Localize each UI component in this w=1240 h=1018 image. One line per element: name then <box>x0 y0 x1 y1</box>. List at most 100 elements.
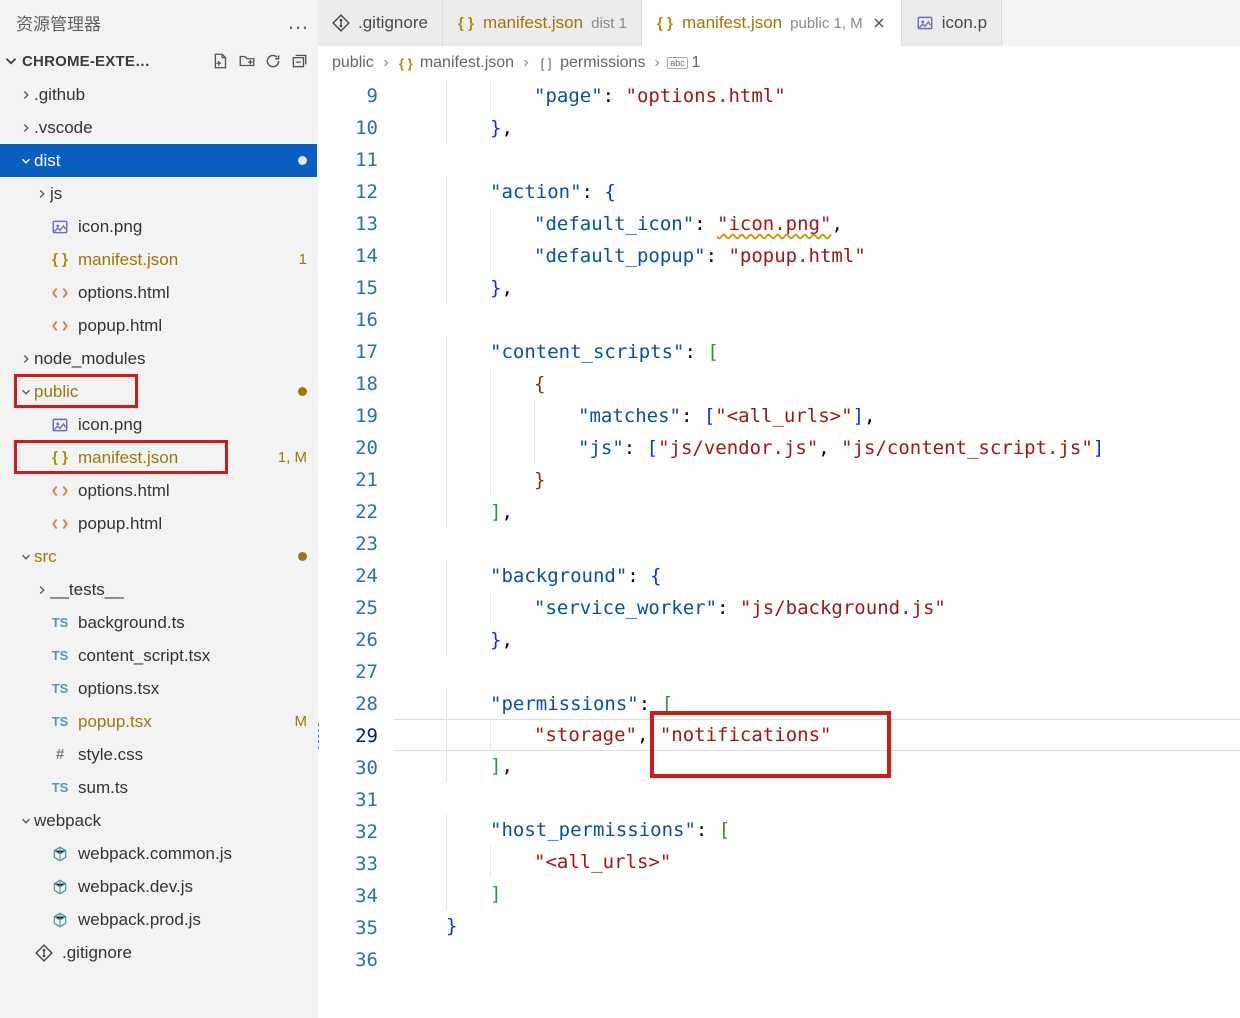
image-icon <box>50 415 70 435</box>
code-line-13[interactable]: "default_icon": "icon.png", <box>394 208 1240 240</box>
tab-t_manifest_dist[interactable]: { }manifest.jsondist 1 <box>443 0 642 46</box>
code-line-28[interactable]: "permissions": [ <box>394 688 1240 720</box>
code-line-32[interactable]: "host_permissions": [ <box>394 814 1240 846</box>
line-number: 14 <box>318 240 378 272</box>
code-line-12[interactable]: "action": { <box>394 176 1240 208</box>
code-line-19[interactable]: "matches": ["<all_urls>"], <box>394 400 1240 432</box>
file-public_popup[interactable]: •popup.html <box>0 507 317 540</box>
file-gitignore[interactable]: •.gitignore <box>0 936 317 969</box>
tab-t_iconp[interactable]: icon.p <box>902 0 1002 46</box>
code-line-22[interactable]: ], <box>394 496 1240 528</box>
tree-item-label: webpack.prod.js <box>78 910 307 930</box>
folder-github[interactable]: .github <box>0 78 317 111</box>
folder-vscode[interactable]: .vscode <box>0 111 317 144</box>
file-wp_dev[interactable]: •webpack.dev.js <box>0 870 317 903</box>
file-src_opt[interactable]: •TSoptions.tsx <box>0 672 317 705</box>
code-line-36[interactable] <box>394 942 1240 974</box>
file-src_bg[interactable]: •TSbackground.ts <box>0 606 317 639</box>
file-src_cs[interactable]: •TScontent_script.tsx <box>0 639 317 672</box>
line-number: 13 <box>318 208 378 240</box>
tab-t_manifest_public[interactable]: { }manifest.jsonpublic 1, M <box>642 0 902 46</box>
file-wp_prod[interactable]: •webpack.prod.js <box>0 903 317 936</box>
folder-src[interactable]: src <box>0 540 317 573</box>
chevron-down-icon[interactable] <box>18 153 34 169</box>
line-number: 31 <box>318 784 378 816</box>
tree-item-label: node_modules <box>34 349 307 369</box>
file-src_sum[interactable]: •TSsum.ts <box>0 771 317 804</box>
code-line-27[interactable] <box>394 656 1240 688</box>
json-icon: { } <box>457 14 475 32</box>
crumb-2[interactable]: permissions <box>560 54 645 72</box>
code-line-11[interactable] <box>394 144 1240 176</box>
crumb-3[interactable]: 1 <box>691 54 700 72</box>
code-line-30[interactable]: ], <box>394 750 1240 782</box>
code-line-21[interactable]: } <box>394 464 1240 496</box>
ts-icon: TS <box>50 613 70 633</box>
tree-item-label: src <box>34 547 292 567</box>
code-line-34[interactable]: ] <box>394 878 1240 910</box>
chevron-down-icon[interactable] <box>18 813 34 829</box>
new-file-icon[interactable] <box>209 49 233 73</box>
folder-dist[interactable]: dist <box>0 144 317 177</box>
folder-src_tests[interactable]: __tests__ <box>0 573 317 606</box>
code-line-33[interactable]: "<all_urls>" <box>394 846 1240 878</box>
code-line-15[interactable]: }, <box>394 272 1240 304</box>
line-number: 12 <box>318 176 378 208</box>
file-dist_popup[interactable]: •popup.html <box>0 309 317 342</box>
file-public_manifest[interactable]: •{ }manifest.json1, M <box>0 441 317 474</box>
code-line-35[interactable]: } <box>394 910 1240 942</box>
code-line-26[interactable]: }, <box>394 624 1240 656</box>
tree-item-label: popup.html <box>78 514 307 534</box>
code-area[interactable]: "page": "options.html"},"action": {"defa… <box>394 80 1240 1018</box>
code-line-17[interactable]: "content_scripts": [ <box>394 336 1240 368</box>
file-src_popup[interactable]: •TSpopup.tsxM <box>0 705 317 738</box>
code-line-23[interactable] <box>394 528 1240 560</box>
code-line-20[interactable]: "js": ["js/vendor.js", "js/content_scrip… <box>394 432 1240 464</box>
file-src_style[interactable]: •#style.css <box>0 738 317 771</box>
line-number: 10 <box>318 112 378 144</box>
code-line-10[interactable]: }, <box>394 112 1240 144</box>
project-header[interactable]: CHROME-EXTE… <box>0 44 317 78</box>
code-line-31[interactable] <box>394 782 1240 814</box>
tree-item-label: icon.png <box>78 217 307 237</box>
modification-badge: 1 <box>299 251 307 268</box>
refresh-icon[interactable] <box>261 49 285 73</box>
chevron-right-icon[interactable] <box>34 582 50 598</box>
close-icon[interactable] <box>871 15 887 31</box>
chevron-right-icon[interactable] <box>18 120 34 136</box>
file-dist_icon[interactable]: •icon.png <box>0 210 317 243</box>
folder-webpack[interactable]: webpack <box>0 804 317 837</box>
code-line-25[interactable]: "service_worker": "js/background.js" <box>394 592 1240 624</box>
file-dist_manifest[interactable]: •{ }manifest.json1 <box>0 243 317 276</box>
code-line-29[interactable]: "storage", "notifications" <box>394 719 1240 751</box>
crumb-1[interactable]: manifest.json <box>420 54 514 72</box>
new-folder-icon[interactable] <box>235 49 259 73</box>
file-public_options[interactable]: •options.html <box>0 474 317 507</box>
folder-public[interactable]: public <box>0 375 317 408</box>
tab-t_gitignore[interactable]: .gitignore <box>318 0 443 46</box>
code-line-9[interactable]: "page": "options.html" <box>394 80 1240 112</box>
file-wp_common[interactable]: •webpack.common.js <box>0 837 317 870</box>
image-icon <box>50 217 70 237</box>
code-line-18[interactable]: { <box>394 368 1240 400</box>
folder-node_modules[interactable]: node_modules <box>0 342 317 375</box>
tree-item-label: content_script.tsx <box>78 646 307 666</box>
collapse-all-icon[interactable] <box>287 49 311 73</box>
chevron-right-icon <box>380 57 392 69</box>
file-dist_options[interactable]: •options.html <box>0 276 317 309</box>
file-public_icon[interactable]: •icon.png <box>0 408 317 441</box>
code-line-24[interactable]: "background": { <box>394 560 1240 592</box>
file-tree[interactable]: .github.vscodedistjs•icon.png•{ }manifes… <box>0 78 317 1018</box>
chevron-right-icon[interactable] <box>18 87 34 103</box>
code-line-16[interactable] <box>394 304 1240 336</box>
chevron-down-icon[interactable] <box>18 384 34 400</box>
folder-dist_js[interactable]: js <box>0 177 317 210</box>
crumb-0[interactable]: public <box>332 54 374 72</box>
explorer-menu-icon[interactable]: … <box>287 13 309 31</box>
line-gutter: 9101112131415161718192021222324252627282… <box>318 80 394 1018</box>
breadcrumb[interactable]: public{ }manifest.json[ ]permissionsabc1 <box>318 46 1240 80</box>
chevron-right-icon[interactable] <box>34 186 50 202</box>
chevron-right-icon[interactable] <box>18 351 34 367</box>
chevron-down-icon[interactable] <box>18 549 34 565</box>
code-line-14[interactable]: "default_popup": "popup.html" <box>394 240 1240 272</box>
